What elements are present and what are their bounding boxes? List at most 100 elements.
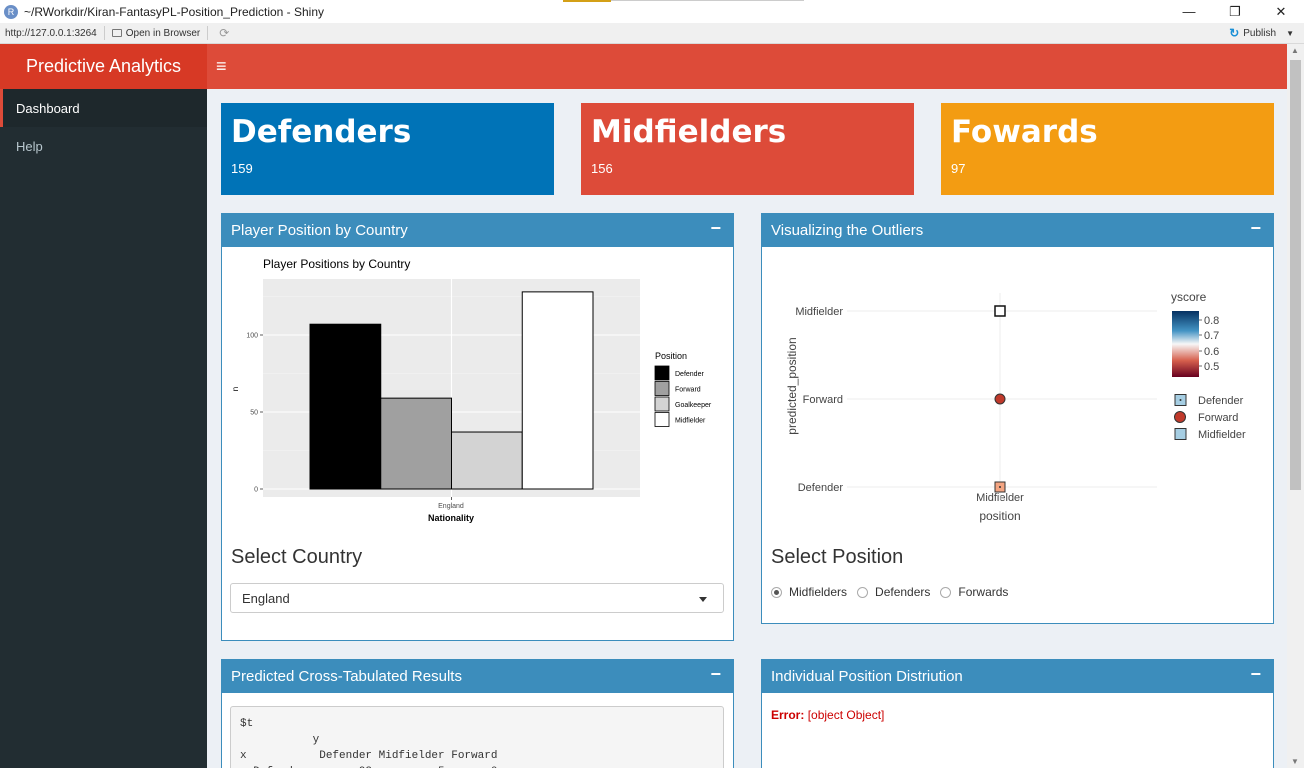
sidebar-item-dashboard[interactable]: Dashboard	[0, 89, 207, 127]
titlebar-accent	[563, 0, 611, 2]
box-title: Visualizing the Outliers	[771, 222, 924, 239]
scroll-up-icon[interactable]: ▲	[1291, 46, 1299, 55]
country-box: Player Position by Country − Player Posi…	[221, 213, 734, 641]
url-label: http://127.0.0.1:3264	[5, 27, 97, 39]
brand-logo[interactable]: Predictive Analytics	[0, 44, 207, 89]
chart-title: Player Positions by Country	[263, 257, 410, 271]
window-title: ~/RWorkdir/Kiran-FantasyPL-Position_Pred…	[24, 4, 325, 19]
point-forward	[994, 393, 1006, 405]
radio-button[interactable]	[857, 586, 869, 598]
open-in-browser-button[interactable]: Open in Browser	[111, 28, 200, 39]
collapse-icon[interactable]: −	[710, 664, 721, 685]
country-bar-chart: Player Positions by Country 0 50 100 n Eng…	[231, 257, 712, 523]
collapse-icon[interactable]: −	[1250, 218, 1261, 239]
y-tick-label: Defender	[798, 482, 844, 494]
window-controls: — ❐ ✕	[1166, 0, 1304, 23]
dashboard-header: Predictive Analytics ≡	[0, 44, 1287, 89]
box-header: Player Position by Country −	[222, 214, 733, 247]
error-text: [object Object]	[807, 708, 885, 722]
country-select[interactable]: England	[230, 583, 724, 613]
y-tick-label: 100	[246, 333, 258, 340]
y-tick-label: 0	[254, 487, 258, 494]
box-title: Predicted Cross-Tabulated Results	[231, 668, 462, 685]
toolbar-separator	[103, 26, 105, 40]
point-midfielder	[994, 305, 1006, 317]
country-select-value: England	[242, 590, 290, 606]
box-title: Individual Position Distriution	[771, 668, 963, 685]
legend-label: Defender	[1198, 395, 1244, 407]
main-content: Defenders 159 Midfielders 156 Fowards 97…	[207, 89, 1287, 768]
value-box-count: 159	[231, 161, 253, 176]
y-tick-label: Midfielder	[795, 306, 843, 318]
bar-forward	[380, 397, 452, 490]
x-tick-label: England	[438, 503, 464, 510]
maximize-button[interactable]: ❐	[1212, 0, 1258, 23]
collapse-icon[interactable]: −	[1250, 664, 1261, 685]
minimize-button[interactable]: —	[1166, 0, 1212, 23]
y-axis-label: predicted_position	[785, 337, 799, 434]
color-scale-bar	[1172, 311, 1199, 377]
publish-icon: ↻	[1229, 26, 1240, 40]
value-box-forwards: Fowards 97	[941, 103, 1274, 195]
legend-symbol-dot	[1179, 399, 1182, 401]
scrollbar-thumb[interactable]	[1290, 60, 1301, 490]
radio-button-selected[interactable]	[771, 586, 782, 598]
legend-swatch	[654, 396, 670, 412]
value-box-defenders: Defenders 159	[221, 103, 554, 195]
close-button[interactable]: ✕	[1258, 0, 1304, 23]
value-box-midfielders: Midfielders 156	[581, 103, 914, 195]
radio-label: Forwards	[958, 585, 1009, 599]
color-scale-ticks: 0.8 0.7 0.6 0.5	[1199, 315, 1219, 373]
shape-legend: Defender Forward Midfielder	[1174, 394, 1246, 441]
legend-swatch	[654, 365, 670, 381]
legend-symbol-square	[1174, 428, 1187, 440]
box-header: Visualizing the Outliers −	[762, 214, 1273, 247]
viewer-toolbar: http://127.0.0.1:3264 Open in Browser ⟳ …	[0, 23, 1304, 44]
scale-tick-label: 0.5	[1204, 361, 1219, 373]
browser-window-icon	[111, 29, 122, 37]
publish-label: Publish	[1243, 27, 1277, 39]
point-defender-dot	[999, 486, 1001, 488]
radio-button[interactable]	[940, 586, 952, 598]
chevron-down-icon	[699, 597, 707, 602]
publish-button[interactable]: ↻ Publish ▼	[1229, 26, 1294, 40]
x-axis-label: position	[979, 509, 1020, 523]
scale-tick-label: 0.8	[1204, 315, 1219, 327]
sidebar: Dashboard Help	[0, 89, 207, 768]
legend-label: Defender	[675, 371, 704, 378]
legend-label: Goalkeeper	[675, 402, 712, 409]
scale-tick-label: 0.6	[1204, 346, 1219, 358]
rstudio-app-icon: R	[4, 4, 18, 19]
bar-goalkeeper	[451, 431, 523, 490]
y-tick-label: Forward	[803, 394, 843, 406]
bar-midfielder	[521, 291, 594, 490]
legend-title: Position	[655, 351, 687, 361]
chart-legend: Defender Forward Goalkeeper Midfielder	[654, 365, 712, 427]
crosstab-box: Predicted Cross-Tabulated Results − $t y…	[221, 659, 734, 768]
color-scale-title: yscore	[1171, 290, 1207, 304]
value-box-title: Defenders	[231, 114, 412, 150]
scroll-down-icon[interactable]: ▼	[1291, 757, 1299, 766]
legend-swatch	[654, 412, 670, 427]
y-tick-label: 50	[250, 410, 258, 417]
grid-lines: Defender Forward Midfielder	[795, 293, 1157, 500]
toolbar-separator	[207, 26, 209, 40]
outlier-plot: Midfielder position predicted_position D…	[785, 290, 1246, 523]
y-axis-label: n	[231, 387, 240, 391]
titlebar-divider	[611, 0, 804, 1]
error-label: Error:	[771, 708, 805, 722]
collapse-icon[interactable]: −	[710, 218, 721, 239]
sidebar-toggle-icon[interactable]: ≡	[216, 57, 227, 75]
value-box-count: 97	[951, 161, 966, 176]
refresh-icon[interactable]: ⟳	[219, 26, 229, 40]
legend-label: Forward	[675, 387, 701, 394]
radio-label: Defenders	[875, 585, 931, 599]
legend-label: Forward	[1198, 412, 1238, 424]
radio-midfielders[interactable]: Midfielders	[771, 585, 847, 599]
sidebar-item-help[interactable]: Help	[0, 127, 207, 165]
radio-forwards[interactable]: Forwards	[940, 585, 1008, 599]
sidebar-item-label: Help	[16, 138, 43, 154]
page-scrollbar[interactable]: ▲ ▼	[1287, 44, 1304, 768]
box-header: Individual Position Distriution −	[762, 660, 1273, 693]
radio-defenders[interactable]: Defenders	[857, 585, 930, 599]
